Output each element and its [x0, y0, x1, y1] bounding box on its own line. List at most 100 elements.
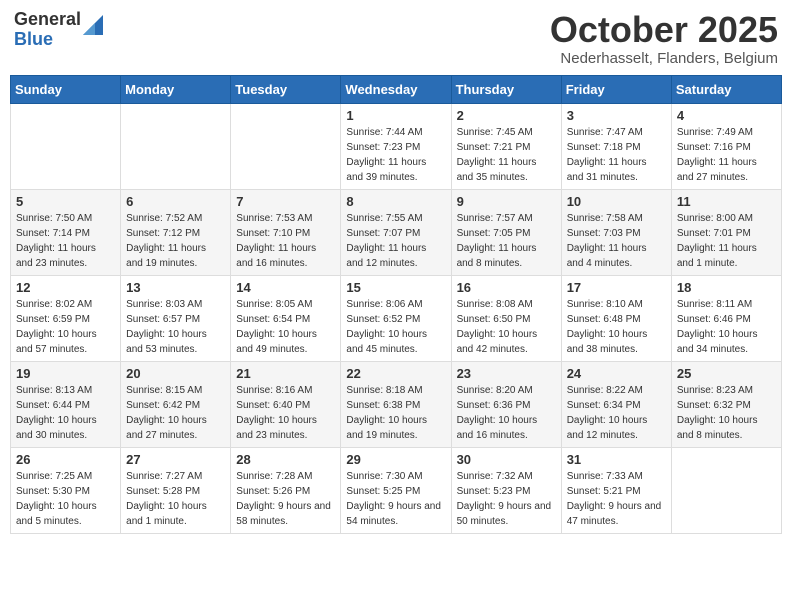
logo-blue: Blue	[14, 30, 81, 50]
day-info: Sunrise: 7:28 AM Sunset: 5:26 PM Dayligh…	[236, 469, 335, 529]
day-info: Sunrise: 8:00 AM Sunset: 7:01 PM Dayligh…	[677, 211, 776, 271]
calendar-cell: 8 Sunrise: 7:55 AM Sunset: 7:07 PM Daylig…	[341, 189, 451, 275]
calendar-table: SundayMondayTuesdayWednesdayThursdayFrid…	[10, 75, 782, 534]
day-info: Sunrise: 7:25 AM Sunset: 5:30 PM Dayligh…	[16, 469, 115, 529]
day-info: Sunrise: 7:33 AM Sunset: 5:21 PM Dayligh…	[567, 469, 666, 529]
logo: General Blue	[14, 10, 103, 50]
day-number: 17	[567, 280, 666, 295]
day-number: 25	[677, 366, 776, 381]
day-number: 20	[126, 366, 225, 381]
day-info: Sunrise: 7:52 AM Sunset: 7:12 PM Dayligh…	[126, 211, 225, 271]
logo-general: General	[14, 10, 81, 30]
day-info: Sunrise: 8:08 AM Sunset: 6:50 PM Dayligh…	[457, 297, 556, 357]
calendar-cell	[121, 103, 231, 189]
day-info: Sunrise: 8:23 AM Sunset: 6:32 PM Dayligh…	[677, 383, 776, 443]
calendar-week-row: 1Sunrise: 7:44 AM Sunset: 7:23 PM Daylig…	[11, 103, 782, 189]
calendar-cell: 19 Sunrise: 8:13 AM Sunset: 6:44 PM Dayli…	[11, 361, 121, 447]
day-info: Sunrise: 8:22 AM Sunset: 6:34 PM Dayligh…	[567, 383, 666, 443]
calendar-cell: 29 Sunrise: 7:30 AM Sunset: 5:25 PM Dayli…	[341, 447, 451, 533]
calendar-cell: 14 Sunrise: 8:05 AM Sunset: 6:54 PM Dayli…	[231, 275, 341, 361]
location-subtitle: Nederhasselt, Flanders, Belgium	[550, 50, 778, 67]
month-title: October 2025	[550, 10, 778, 50]
day-number: 22	[346, 366, 445, 381]
calendar-cell	[231, 103, 341, 189]
day-number: 21	[236, 366, 335, 381]
calendar-cell: 28 Sunrise: 7:28 AM Sunset: 5:26 PM Dayli…	[231, 447, 341, 533]
day-number: 5	[16, 194, 115, 209]
calendar-week-row: 19 Sunrise: 8:13 AM Sunset: 6:44 PM Dayli…	[11, 361, 782, 447]
calendar-cell: 22Sunrise: 8:18 AM Sunset: 6:38 PM Dayli…	[341, 361, 451, 447]
day-info: Sunrise: 8:15 AM Sunset: 6:42 PM Dayligh…	[126, 383, 225, 443]
calendar-cell: 1Sunrise: 7:44 AM Sunset: 7:23 PM Daylig…	[341, 103, 451, 189]
day-number: 30	[457, 452, 556, 467]
calendar-day-header: Friday	[561, 75, 671, 103]
day-number: 12	[16, 280, 115, 295]
day-number: 18	[677, 280, 776, 295]
calendar-cell: 10Sunrise: 7:58 AM Sunset: 7:03 PM Dayli…	[561, 189, 671, 275]
calendar-cell: 2Sunrise: 7:45 AM Sunset: 7:21 PM Daylig…	[451, 103, 561, 189]
day-info: Sunrise: 8:10 AM Sunset: 6:48 PM Dayligh…	[567, 297, 666, 357]
calendar-day-header: Sunday	[11, 75, 121, 103]
calendar-day-header: Thursday	[451, 75, 561, 103]
calendar-cell: 25 Sunrise: 8:23 AM Sunset: 6:32 PM Dayli…	[671, 361, 781, 447]
day-number: 29	[346, 452, 445, 467]
day-info: Sunrise: 7:30 AM Sunset: 5:25 PM Dayligh…	[346, 469, 445, 529]
day-number: 2	[457, 108, 556, 123]
day-number: 28	[236, 452, 335, 467]
calendar-cell: 26 Sunrise: 7:25 AM Sunset: 5:30 PM Dayli…	[11, 447, 121, 533]
day-info: Sunrise: 8:11 AM Sunset: 6:46 PM Dayligh…	[677, 297, 776, 357]
calendar-cell: 31 Sunrise: 7:33 AM Sunset: 5:21 PM Dayli…	[561, 447, 671, 533]
calendar-week-row: 26 Sunrise: 7:25 AM Sunset: 5:30 PM Dayli…	[11, 447, 782, 533]
day-info: Sunrise: 8:03 AM Sunset: 6:57 PM Dayligh…	[126, 297, 225, 357]
day-info: Sunrise: 7:55 AM Sunset: 7:07 PM Dayligh…	[346, 211, 445, 271]
day-number: 13	[126, 280, 225, 295]
day-info: Sunrise: 8:13 AM Sunset: 6:44 PM Dayligh…	[16, 383, 115, 443]
day-number: 27	[126, 452, 225, 467]
day-number: 1	[346, 108, 445, 123]
calendar-cell: 5 Sunrise: 7:50 AM Sunset: 7:14 PM Daylig…	[11, 189, 121, 275]
calendar-day-header: Saturday	[671, 75, 781, 103]
logo-icon	[83, 15, 103, 35]
calendar-week-row: 5 Sunrise: 7:50 AM Sunset: 7:14 PM Daylig…	[11, 189, 782, 275]
calendar-cell: 21Sunrise: 8:16 AM Sunset: 6:40 PM Dayli…	[231, 361, 341, 447]
calendar-cell: 6Sunrise: 7:52 AM Sunset: 7:12 PM Daylig…	[121, 189, 231, 275]
calendar-week-row: 12Sunrise: 8:02 AM Sunset: 6:59 PM Dayli…	[11, 275, 782, 361]
page-header: General Blue October 2025 Nederhasselt, …	[10, 10, 782, 67]
title-block: October 2025 Nederhasselt, Flanders, Bel…	[550, 10, 778, 67]
day-number: 4	[677, 108, 776, 123]
day-number: 10	[567, 194, 666, 209]
day-number: 9	[457, 194, 556, 209]
calendar-day-header: Monday	[121, 75, 231, 103]
day-number: 11	[677, 194, 776, 209]
calendar-cell: 11 Sunrise: 8:00 AM Sunset: 7:01 PM Dayli…	[671, 189, 781, 275]
day-info: Sunrise: 7:57 AM Sunset: 7:05 PM Dayligh…	[457, 211, 556, 271]
day-number: 8	[346, 194, 445, 209]
day-number: 24	[567, 366, 666, 381]
calendar-header-row: SundayMondayTuesdayWednesdayThursdayFrid…	[11, 75, 782, 103]
day-info: Sunrise: 7:32 AM Sunset: 5:23 PM Dayligh…	[457, 469, 556, 529]
calendar-cell: 12Sunrise: 8:02 AM Sunset: 6:59 PM Dayli…	[11, 275, 121, 361]
calendar-cell: 20 Sunrise: 8:15 AM Sunset: 6:42 PM Dayli…	[121, 361, 231, 447]
calendar-cell: 24 Sunrise: 8:22 AM Sunset: 6:34 PM Dayli…	[561, 361, 671, 447]
day-number: 16	[457, 280, 556, 295]
calendar-cell: 7Sunrise: 7:53 AM Sunset: 7:10 PM Daylig…	[231, 189, 341, 275]
calendar-cell: 30 Sunrise: 7:32 AM Sunset: 5:23 PM Dayli…	[451, 447, 561, 533]
day-info: Sunrise: 7:27 AM Sunset: 5:28 PM Dayligh…	[126, 469, 225, 529]
calendar-cell	[671, 447, 781, 533]
calendar-cell: 15Sunrise: 8:06 AM Sunset: 6:52 PM Dayli…	[341, 275, 451, 361]
day-number: 15	[346, 280, 445, 295]
day-number: 26	[16, 452, 115, 467]
calendar-cell: 13 Sunrise: 8:03 AM Sunset: 6:57 PM Dayli…	[121, 275, 231, 361]
day-info: Sunrise: 8:05 AM Sunset: 6:54 PM Dayligh…	[236, 297, 335, 357]
day-number: 19	[16, 366, 115, 381]
day-info: Sunrise: 7:50 AM Sunset: 7:14 PM Dayligh…	[16, 211, 115, 271]
calendar-day-header: Tuesday	[231, 75, 341, 103]
calendar-day-header: Wednesday	[341, 75, 451, 103]
calendar-cell: 17 Sunrise: 8:10 AM Sunset: 6:48 PM Dayli…	[561, 275, 671, 361]
day-number: 7	[236, 194, 335, 209]
day-number: 3	[567, 108, 666, 123]
day-number: 31	[567, 452, 666, 467]
calendar-cell: 16 Sunrise: 8:08 AM Sunset: 6:50 PM Dayli…	[451, 275, 561, 361]
day-info: Sunrise: 8:20 AM Sunset: 6:36 PM Dayligh…	[457, 383, 556, 443]
day-number: 14	[236, 280, 335, 295]
